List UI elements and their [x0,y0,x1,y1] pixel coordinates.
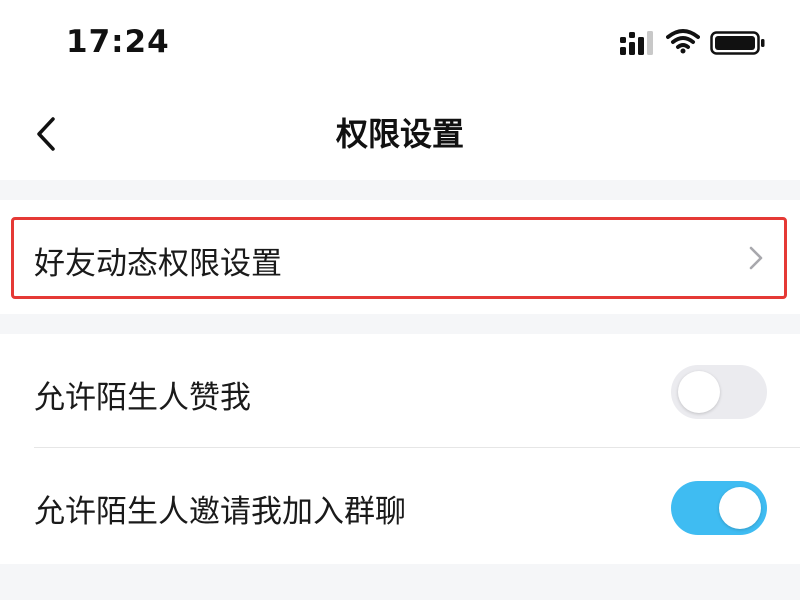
friends-feed-permission-row[interactable]: 好友动态权限设置 [0,200,800,314]
toggle-knob [678,371,720,413]
allow-stranger-like-toggle[interactable] [671,365,767,419]
status-time: 17:24 [66,24,170,60]
allow-stranger-group-invite-row: 允许陌生人邀请我加入群聊 [0,448,800,564]
signal-icon [620,31,653,55]
back-button[interactable] [20,108,72,160]
allow-stranger-like-label: 允许陌生人赞我 [34,380,251,416]
permission-settings-screen: 17:24 权限设置 好友动态权限设置 允许陌生人赞我 允许陌生人邀请我加入群聊 [0,0,800,600]
battery-icon [710,31,765,55]
chevron-left-icon [37,117,55,151]
wifi-icon [666,29,700,54]
stranger-permissions-section: 允许陌生人赞我 允许陌生人邀请我加入群聊 [0,334,800,564]
allow-stranger-like-row: 允许陌生人赞我 [0,334,800,448]
allow-stranger-group-invite-label: 允许陌生人邀请我加入群聊 [34,494,406,530]
chevron-right-icon [749,246,763,270]
friends-feed-section: 好友动态权限设置 [0,200,800,314]
status-bar: 17:24 [0,0,800,88]
navigation-bar: 权限设置 [0,88,800,180]
friends-feed-permission-label: 好友动态权限设置 [34,246,282,282]
page-title: 权限设置 [335,115,464,153]
allow-stranger-group-invite-toggle[interactable] [671,481,767,535]
toggle-knob [719,487,761,529]
